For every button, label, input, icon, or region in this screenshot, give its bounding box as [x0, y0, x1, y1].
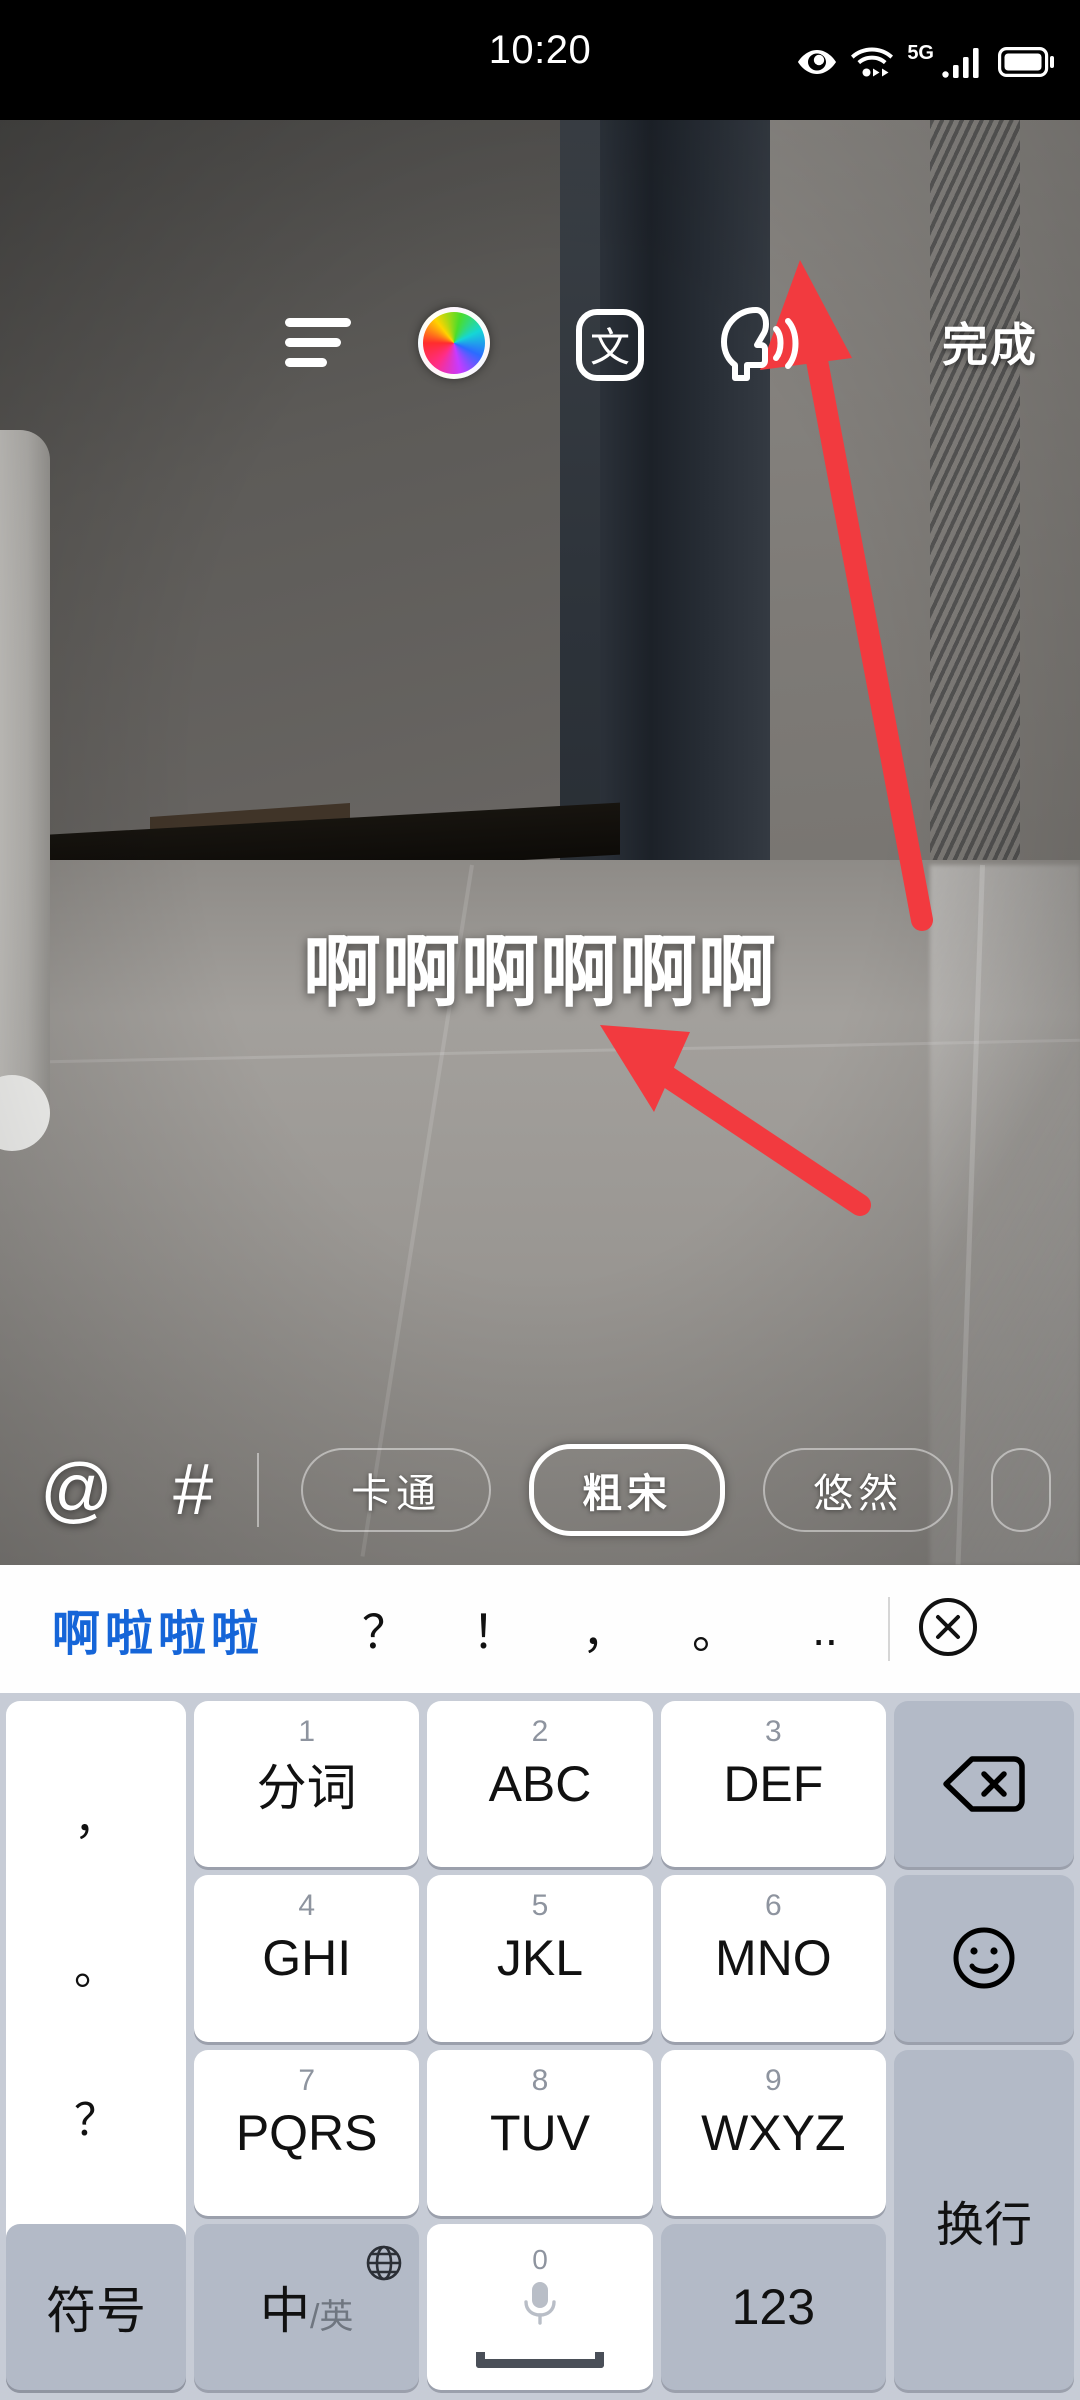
key-8-tuv[interactable]: 8 TUV: [427, 2049, 653, 2216]
emoji-icon[interactable]: [893, 1875, 1074, 2042]
key-6-mno[interactable]: 6 MNO: [660, 1875, 886, 2042]
key-2-abc[interactable]: 2 ABC: [427, 1701, 653, 1868]
svg-text:文: 文: [590, 325, 630, 370]
key-number: 7: [298, 2063, 315, 2097]
key-3-def[interactable]: 3 DEF: [660, 1701, 886, 1868]
language-label-cn: 中: [259, 2282, 310, 2339]
font-chip-bold-song[interactable]: 粗宋: [529, 1444, 726, 1536]
editor-toolbar: 文 完成: [0, 285, 1080, 405]
done-button[interactable]: 完成: [942, 309, 1038, 375]
symbol-key[interactable]: 符号: [6, 2223, 186, 2390]
key-number: 1: [298, 1715, 315, 1748]
key-number: 9: [764, 2063, 782, 2097]
divider: [888, 1597, 891, 1661]
microphone-icon[interactable]: [518, 2278, 562, 2342]
font-chip-cartoon[interactable]: 卡通: [301, 1448, 492, 1532]
key-number: 4: [298, 1889, 315, 1923]
key-label: PQRS: [235, 2104, 378, 2161]
space-number: 0: [532, 2243, 548, 2275]
symbol-label: 符号: [46, 2282, 146, 2339]
signal-bars-icon: [942, 46, 984, 78]
hashtag-button[interactable]: #: [173, 1454, 213, 1526]
key-label: DEF: [723, 1756, 824, 1813]
key-label: ABC: [488, 1756, 592, 1813]
key-number: 8: [531, 2063, 549, 2097]
key-4-ghi[interactable]: 4 GHI: [194, 1875, 420, 2042]
key-label: GHI: [262, 1930, 352, 1987]
key-question[interactable]: ？: [74, 2098, 118, 2143]
ime-keyboard: ， 。 ？ ！ 1 分词 2 ABC 3 DEF: [0, 1693, 1080, 2400]
numeric-label: 123: [731, 2278, 816, 2335]
font-chip-youran[interactable]: 悠然: [763, 1448, 954, 1532]
space-key[interactable]: 0: [427, 2223, 653, 2390]
candidate-question-mark[interactable]: ？: [330, 1596, 440, 1662]
font-chip-next[interactable]: [991, 1448, 1052, 1532]
candidate-ellipsis[interactable]: ..: [770, 1602, 880, 1656]
numeric-key[interactable]: 123: [660, 2223, 886, 2390]
key-label: WXYZ: [701, 2104, 846, 2161]
close-circle-icon[interactable]: [916, 1595, 980, 1664]
key-9-wxyz[interactable]: 9 WXYZ: [660, 2049, 886, 2216]
candidate-exclamation-mark[interactable]: ！: [440, 1596, 550, 1662]
globe-icon[interactable]: [365, 2236, 403, 2294]
battery-icon: [998, 47, 1054, 77]
wifi-icon: [851, 46, 894, 78]
status-icon-group: 5G: [797, 42, 1054, 78]
key-label: MNO: [714, 1930, 832, 1987]
candidate-word[interactable]: 啊啦啦啦: [52, 1594, 264, 1664]
backspace-icon[interactable]: [893, 1701, 1074, 1868]
key-label: JKL: [496, 1930, 584, 1987]
enter-key[interactable]: 换行: [893, 2049, 1074, 2390]
candidate-period[interactable]: 。: [660, 1596, 770, 1662]
key-comma[interactable]: ，: [74, 1798, 118, 1842]
network-type-label: 5G: [907, 42, 934, 64]
candidate-bar: 啊啦啦啦 ？ ！ ， 。 ..: [0, 1565, 1080, 1693]
phone-screen: 10:20 5G 啊啊啊啊啊啊 文 完成 @ # 卡通 粗宋 悠然 啊啦啦啦 ？…: [0, 0, 1080, 2400]
key-label: 分词: [256, 1760, 357, 1817]
key-period[interactable]: 。: [74, 1948, 118, 1992]
key-7-pqrs[interactable]: 7 PQRS: [194, 2049, 420, 2216]
spacebar-glyph: [475, 2351, 604, 2368]
language-switch-key[interactable]: 中/英: [194, 2223, 420, 2390]
key-number: 2: [531, 1715, 549, 1748]
text-to-speech-icon[interactable]: [710, 303, 800, 385]
color-wheel-icon[interactable]: [416, 303, 492, 383]
key-number: 5: [531, 1889, 549, 1923]
candidate-comma[interactable]: ，: [550, 1596, 660, 1662]
key-number: 6: [764, 1889, 782, 1923]
divider: [257, 1453, 260, 1527]
text-overlay[interactable]: 啊啊啊啊啊啊: [303, 910, 777, 1022]
photo-canvas[interactable]: 啊啊啊啊啊啊 文 完成 @ # 卡通 粗宋 悠然: [0, 120, 1080, 1565]
key-number: 3: [764, 1715, 782, 1748]
status-bar: 10:20 5G: [0, 0, 1080, 120]
font-style-row: @ # 卡通 粗宋 悠然: [0, 1415, 1080, 1565]
eye-care-icon: [797, 49, 837, 75]
language-label-en: /英: [309, 2297, 354, 2336]
translate-icon[interactable]: 文: [572, 307, 648, 383]
key-1-fenci[interactable]: 1 分词: [194, 1701, 420, 1868]
mention-button[interactable]: @: [40, 1454, 113, 1526]
key-label: TUV: [489, 2104, 590, 2161]
key-5-jkl[interactable]: 5 JKL: [427, 1875, 653, 2042]
text-align-icon[interactable]: [278, 307, 358, 379]
enter-label: 换行: [935, 2198, 1032, 2252]
